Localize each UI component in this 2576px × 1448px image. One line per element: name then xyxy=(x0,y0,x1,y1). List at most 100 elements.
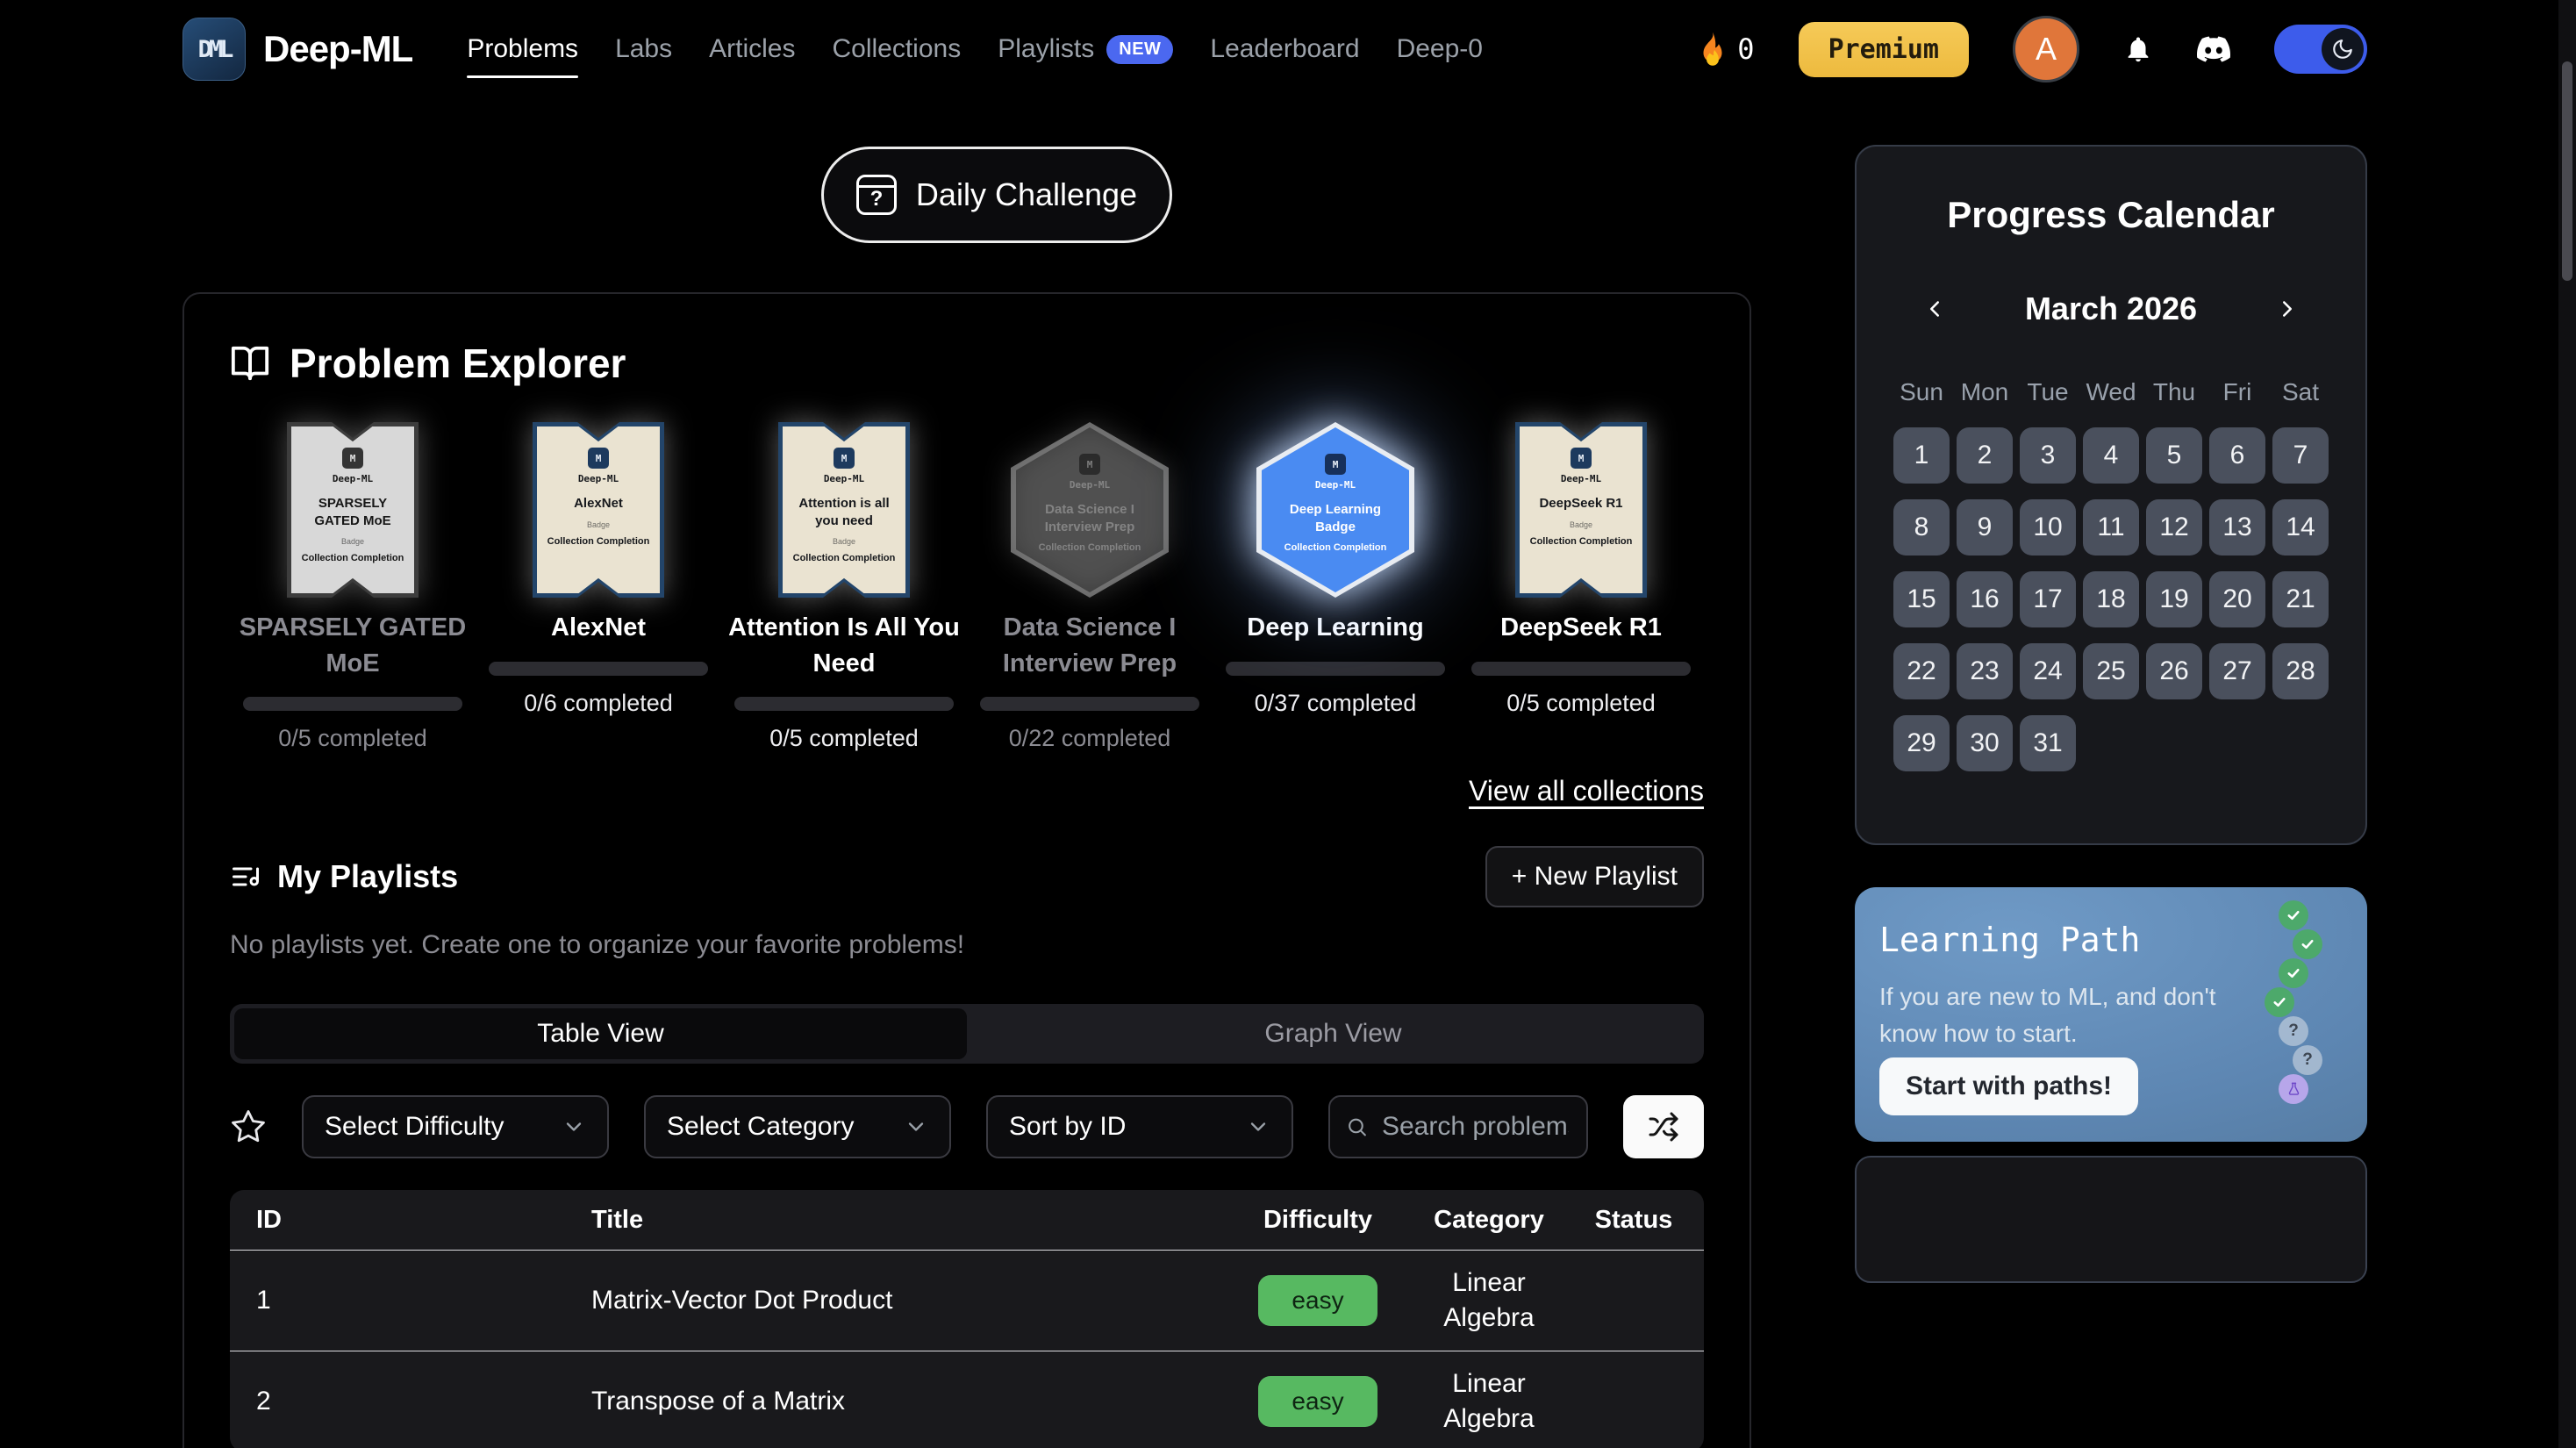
badge-sub: Badge xyxy=(1570,520,1592,529)
collection-card-deep-learning[interactable]: MDeep-MLDeep Learning BadgeCollection Co… xyxy=(1213,417,1458,752)
collection-progress-bar xyxy=(1226,662,1445,676)
collection-progress-bar xyxy=(1471,662,1691,676)
calendar-date-29[interactable]: 29 xyxy=(1893,715,1950,771)
collection-card-attention-is-all-you-need[interactable]: MDeep-MLAttention is all you needBadgeCo… xyxy=(721,417,967,752)
search-input[interactable] xyxy=(1380,1111,1571,1143)
calendar-date-20[interactable]: 20 xyxy=(2209,571,2265,627)
badge-sub: Badge xyxy=(587,520,610,529)
badge-mini-logo-icon: M xyxy=(342,448,363,469)
badge-mini-logo-icon: M xyxy=(1079,454,1100,475)
new-playlist-button[interactable]: + New Playlist xyxy=(1485,846,1704,907)
difficulty-select[interactable]: Select Difficulty xyxy=(302,1095,609,1158)
collection-card-sparsely-gated-moe[interactable]: MDeep-MLSPARSELY GATED MoEBadgeCollectio… xyxy=(230,417,476,752)
calendar-date-31[interactable]: 31 xyxy=(2020,715,2076,771)
collection-card-deepseek-r1[interactable]: MDeep-MLDeepSeek R1BadgeCollection Compl… xyxy=(1458,417,1704,752)
page-title: Problem Explorer xyxy=(290,340,626,387)
learning-path-description: If you are new to ML, and don't know how… xyxy=(1879,978,2265,1052)
calendar-date-18[interactable]: 18 xyxy=(2083,571,2139,627)
calendar-date-28[interactable]: 28 xyxy=(2272,643,2329,699)
next-month-button[interactable] xyxy=(2269,290,2306,327)
calendar-date-27[interactable]: 27 xyxy=(2209,643,2265,699)
tab-table-view[interactable]: Table View xyxy=(234,1008,967,1059)
calendar-date-25[interactable]: 25 xyxy=(2083,643,2139,699)
calendar-date-1[interactable]: 1 xyxy=(1893,427,1950,484)
badge-title: Data Science I Interview Prep xyxy=(1016,501,1163,535)
calendar-date-13[interactable]: 13 xyxy=(2209,499,2265,556)
calendar-date-3[interactable]: 3 xyxy=(2020,427,2076,484)
collection-progress-bar xyxy=(734,697,954,711)
calendar-date-9[interactable]: 9 xyxy=(1957,499,2013,556)
nav-right: 0 Premium A xyxy=(1697,16,2367,82)
calendar-date-5[interactable]: 5 xyxy=(2146,427,2202,484)
collection-card-alexnet[interactable]: MDeep-MLAlexNetBadgeCollection Completio… xyxy=(476,417,721,752)
learning-step-check xyxy=(2279,958,2308,988)
daily-challenge-button[interactable]: ? Daily Challenge xyxy=(821,147,1172,243)
nav-item-playlists[interactable]: Playlists NEW xyxy=(998,34,1173,64)
progress-calendar: Progress Calendar March 2026 SunMonTueWe… xyxy=(1855,145,2367,845)
sort-select[interactable]: Sort by ID xyxy=(986,1095,1293,1158)
calendar-date-23[interactable]: 23 xyxy=(1957,643,2013,699)
calendar-date-14[interactable]: 14 xyxy=(2272,499,2329,556)
streak-counter[interactable]: 0 xyxy=(1697,31,1754,68)
table-row-1[interactable]: 1Matrix-Vector Dot ProducteasyLinear Alg… xyxy=(230,1250,1704,1351)
calendar-date-12[interactable]: 12 xyxy=(2146,499,2202,556)
logo[interactable]: DML Deep-ML xyxy=(182,18,412,81)
calendar-date-8[interactable]: 8 xyxy=(1893,499,1950,556)
prev-month-button[interactable] xyxy=(1916,290,1953,327)
badge-mini-logo-icon: M xyxy=(834,448,855,469)
random-problem-button[interactable] xyxy=(1623,1095,1704,1158)
row-difficulty: easy xyxy=(1221,1275,1414,1326)
calendar-date-24[interactable]: 24 xyxy=(2020,643,2076,699)
learning-path-card[interactable]: Learning Path If you are new to ML, and … xyxy=(1855,887,2367,1142)
col-header-difficulty: Difficulty xyxy=(1221,1203,1414,1237)
col-header-category: Category xyxy=(1414,1203,1563,1237)
ribbon-badge-shape: MDeep-MLDeepSeek R1BadgeCollection Compl… xyxy=(1515,422,1647,598)
sidebar-empty-card xyxy=(1855,1156,2367,1283)
calendar-date-21[interactable]: 21 xyxy=(2272,571,2329,627)
calendar-date-7[interactable]: 7 xyxy=(2272,427,2329,484)
premium-button[interactable]: Premium xyxy=(1799,22,1969,77)
badge-mini-logo-icon: M xyxy=(588,448,609,469)
table-row-2[interactable]: 2Transpose of a MatrixeasyLinear Algebra xyxy=(230,1351,1704,1448)
nav-item-collections[interactable]: Collections xyxy=(832,34,961,64)
nav-links: Problems Labs Articles Collections Playl… xyxy=(467,34,1483,64)
nav-item-labs[interactable]: Labs xyxy=(615,34,672,64)
collection-progress-label: 0/6 completed xyxy=(524,690,673,717)
view-all-collections-link[interactable]: View all collections xyxy=(230,775,1704,807)
discord-button[interactable] xyxy=(2197,32,2230,66)
nav-item-deep-0[interactable]: Deep-0 xyxy=(1397,34,1483,64)
scrollbar-thumb[interactable] xyxy=(2562,61,2572,281)
calendar-nav: March 2026 xyxy=(1893,290,2329,327)
calendar-date-16[interactable]: 16 xyxy=(1957,571,2013,627)
calendar-date-15[interactable]: 15 xyxy=(1893,571,1950,627)
tab-graph-view[interactable]: Graph View xyxy=(967,1008,1699,1059)
calendar-date-10[interactable]: 10 xyxy=(2020,499,2076,556)
collection-name: Data Science I Interview Prep xyxy=(967,610,1213,681)
calendar-date-6[interactable]: 6 xyxy=(2209,427,2265,484)
discord-icon xyxy=(2197,32,2230,66)
badge-sub: Badge xyxy=(341,537,364,546)
calendar-date-2[interactable]: 2 xyxy=(1957,427,2013,484)
notifications-button[interactable] xyxy=(2123,34,2153,64)
row-category: Linear Algebra xyxy=(1414,1265,1563,1337)
calendar-date-4[interactable]: 4 xyxy=(2083,427,2139,484)
nav-item-problems[interactable]: Problems xyxy=(467,34,578,64)
calendar-date-17[interactable]: 17 xyxy=(2020,571,2076,627)
collection-card-data-science-i-interview-prep[interactable]: MDeep-MLData Science I Interview PrepCol… xyxy=(967,417,1213,752)
favorites-filter-button[interactable] xyxy=(230,1108,267,1145)
calendar-date-11[interactable]: 11 xyxy=(2083,499,2139,556)
nav-item-leaderboard[interactable]: Leaderboard xyxy=(1210,34,1359,64)
badge-title: AlexNet xyxy=(562,495,635,513)
avatar[interactable]: A xyxy=(2013,16,2079,82)
theme-toggle[interactable] xyxy=(2274,25,2367,74)
category-select[interactable]: Select Category xyxy=(644,1095,951,1158)
nav-item-articles[interactable]: Articles xyxy=(709,34,795,64)
start-with-paths-button[interactable]: Start with paths! xyxy=(1879,1057,2138,1115)
ribbon-badge-shape: MDeep-MLAlexNetBadgeCollection Completio… xyxy=(533,422,664,598)
calendar-date-26[interactable]: 26 xyxy=(2146,643,2202,699)
badge-brand: Deep-ML xyxy=(1315,479,1356,491)
calendar-date-22[interactable]: 22 xyxy=(1893,643,1950,699)
badge-footer: Collection Completion xyxy=(1284,542,1387,553)
calendar-date-30[interactable]: 30 xyxy=(1957,715,2013,771)
calendar-date-19[interactable]: 19 xyxy=(2146,571,2202,627)
